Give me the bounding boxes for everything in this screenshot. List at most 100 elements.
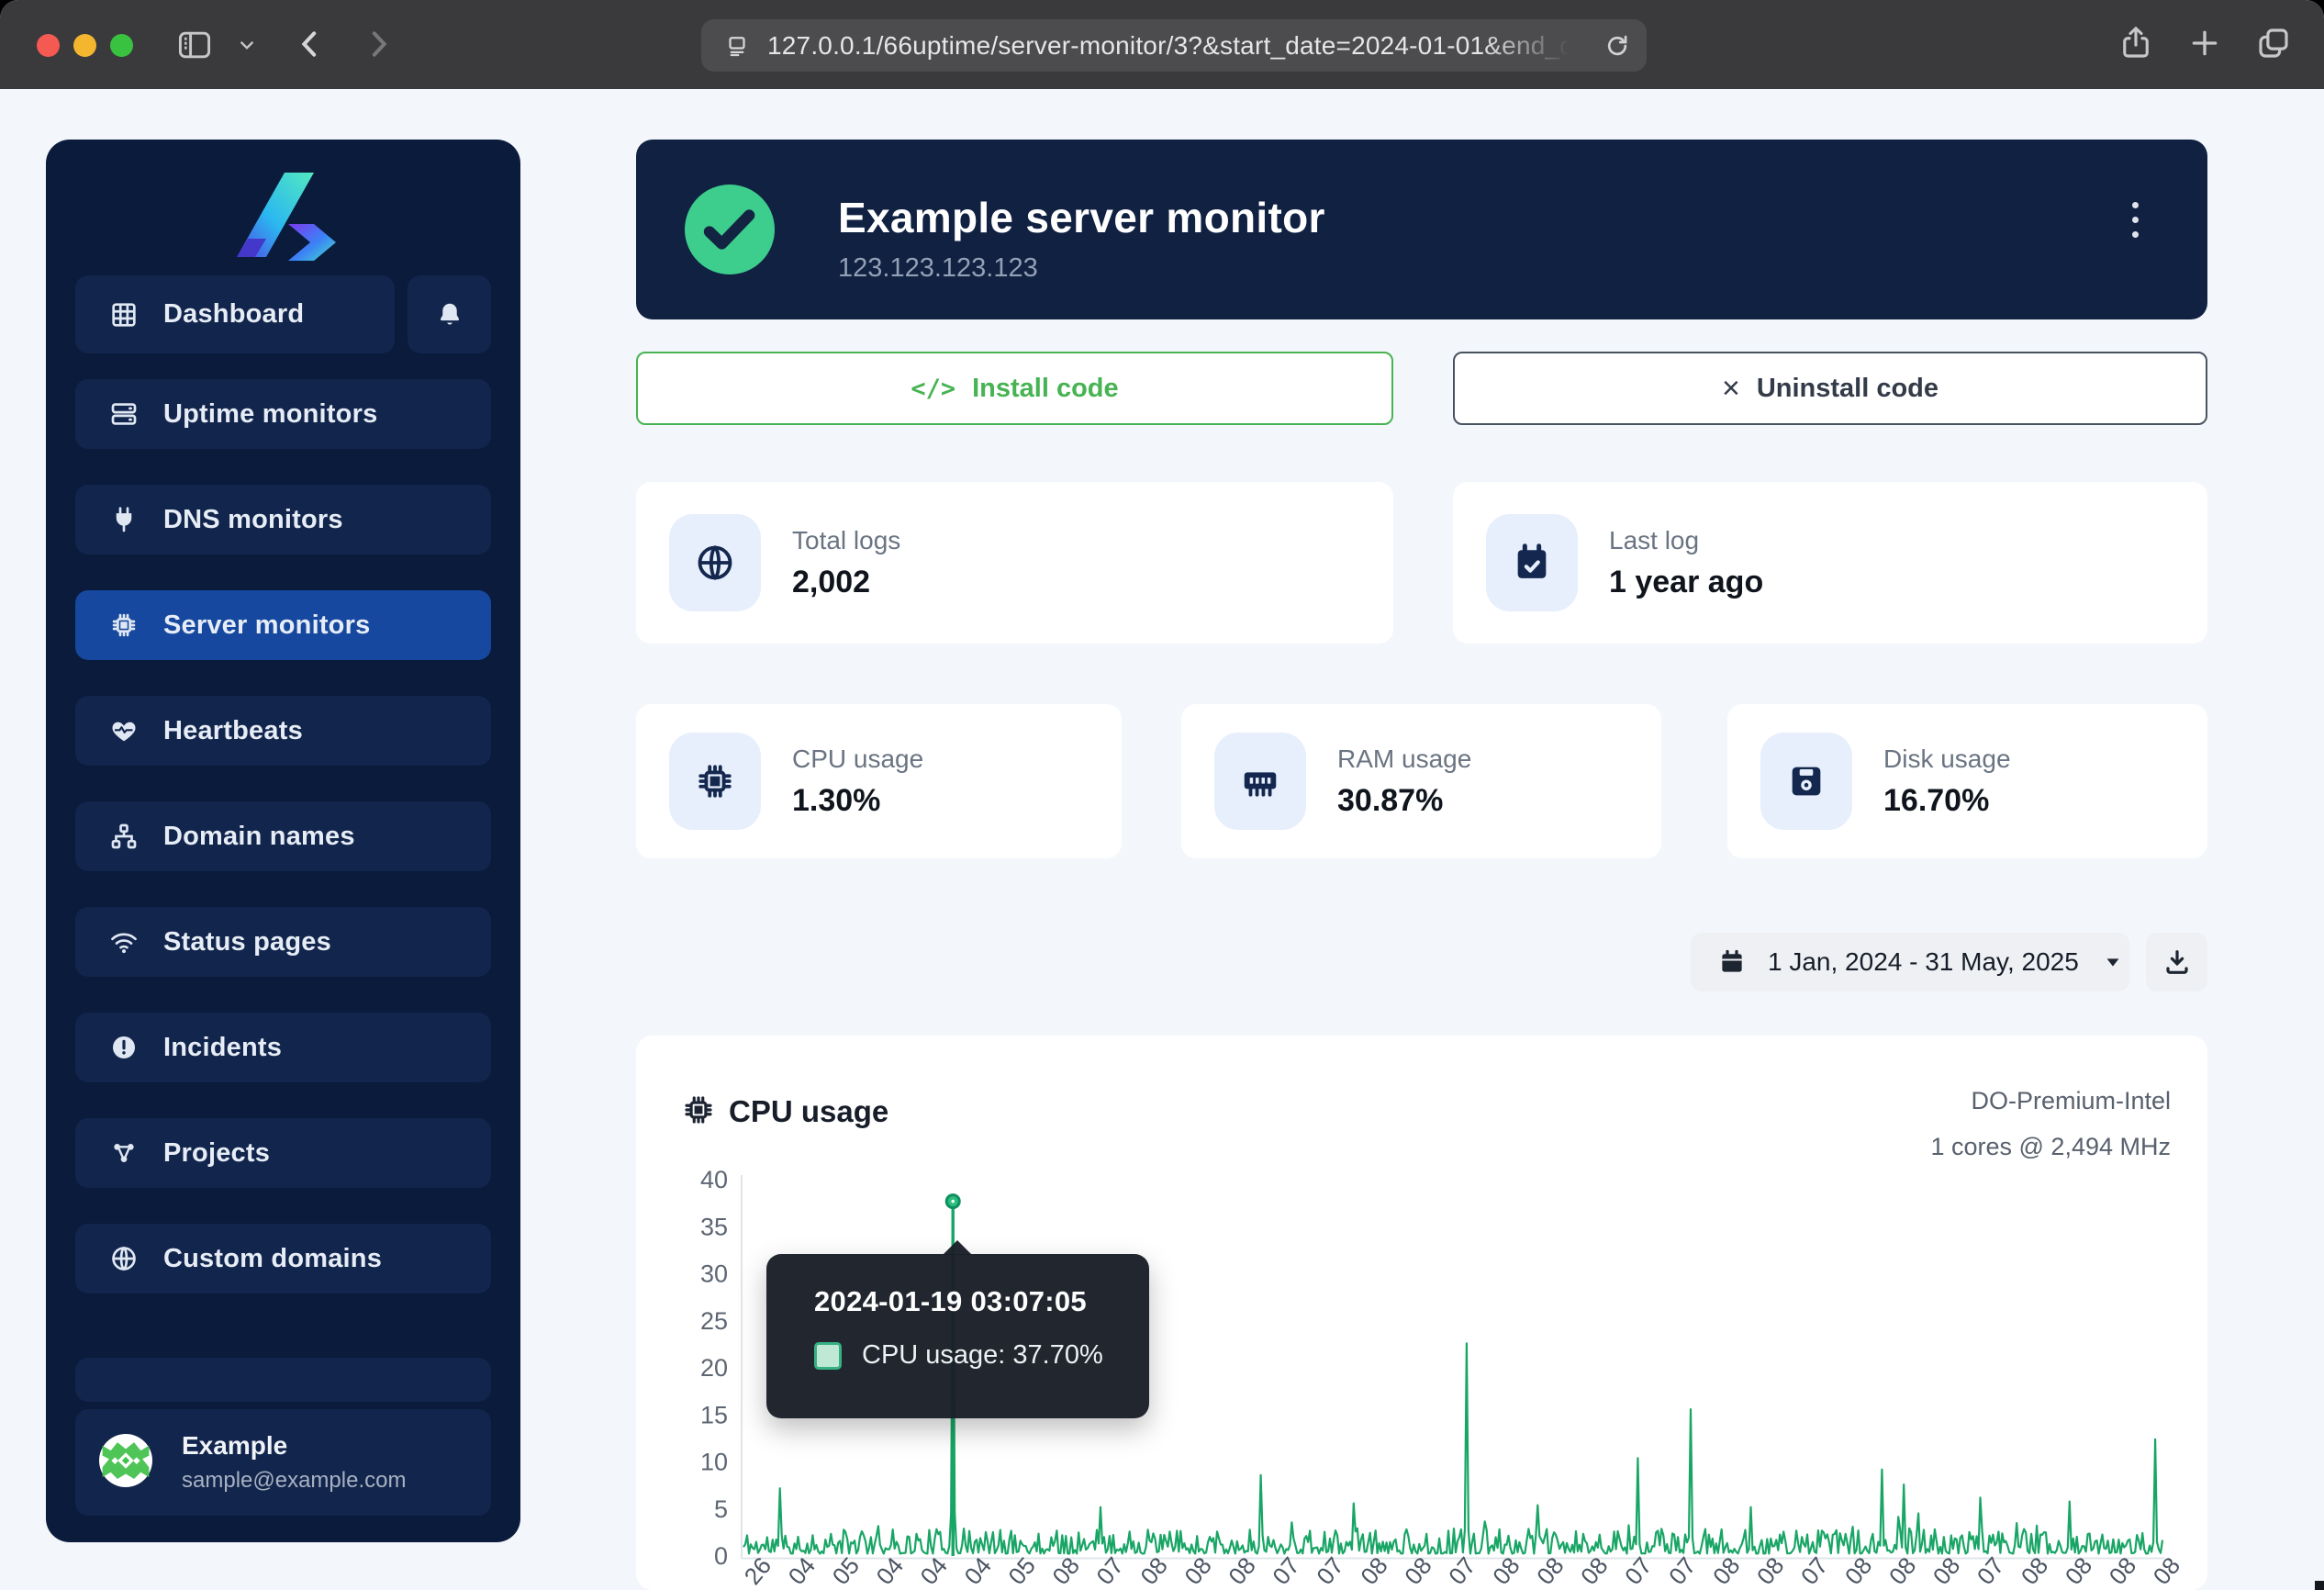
- nodes-icon: [108, 1137, 140, 1169]
- cpu-icon: [108, 610, 140, 641]
- stat-card-disk-usage: Disk usage 16.70%: [1727, 704, 2207, 858]
- stat-value: 1 year ago: [1609, 565, 1763, 600]
- sidebar-item-label: DNS monitors: [163, 505, 343, 535]
- share-icon[interactable]: [2117, 24, 2155, 62]
- reload-icon[interactable]: [1603, 31, 1632, 61]
- address-bar[interactable]: 127.0.0.1/66uptime/server-monitor/3?&sta…: [701, 19, 1647, 72]
- series-swatch-icon: [814, 1342, 842, 1370]
- svg-text:40: 40: [700, 1166, 728, 1193]
- stat-value: 30.87%: [1337, 783, 1471, 819]
- server-stack-icon: [108, 398, 140, 430]
- ram-icon: [1214, 733, 1306, 830]
- browser-window: 127.0.0.1/66uptime/server-monitor/3?&sta…: [0, 0, 2324, 1590]
- sidebar-item-label: Custom domains: [163, 1244, 382, 1274]
- uninstall-code-button[interactable]: × Uninstall code: [1453, 352, 2207, 425]
- caret-down-icon: [2103, 952, 2123, 972]
- browser-chrome: 127.0.0.1/66uptime/server-monitor/3?&sta…: [0, 0, 2324, 89]
- svg-text:25: 25: [700, 1307, 728, 1335]
- date-range-label: 1 Jan, 2024 - 31 May, 2025: [1768, 947, 2079, 977]
- stat-label: Disk usage: [1883, 745, 2011, 774]
- notifications-button[interactable]: [408, 275, 491, 353]
- tab-overview-icon[interactable]: [2254, 24, 2293, 62]
- sidebar-toggle-icon[interactable]: [174, 25, 215, 65]
- heartbeat-icon: [108, 715, 140, 746]
- chart-tooltip: 2024-01-19 03:07:05 CPU usage: 37.70%: [766, 1254, 1149, 1418]
- sidebar-item-custom-domains[interactable]: Custom domains: [75, 1224, 491, 1293]
- sitemap-icon: [108, 821, 140, 852]
- sidebar-item-label: Domain names: [163, 822, 355, 852]
- sidebar-item-label: Incidents: [163, 1033, 282, 1063]
- svg-text:5: 5: [714, 1495, 728, 1523]
- stat-card-total-logs: Total logs 2,002: [636, 482, 1393, 644]
- kebab-menu-icon[interactable]: [2123, 193, 2148, 247]
- sidebar-item-dns-monitors[interactable]: DNS monitors: [75, 485, 491, 554]
- install-code-button[interactable]: </> Install code: [636, 352, 1393, 425]
- download-button[interactable]: [2146, 933, 2207, 991]
- stat-label: Total logs: [792, 526, 900, 555]
- sidebar: Dashboard Uptime monitors DNS monitors Ser…: [46, 140, 520, 1542]
- disk-icon: [1760, 733, 1852, 830]
- sidebar-item-label: Heartbeats: [163, 716, 303, 746]
- avatar: [99, 1434, 152, 1492]
- globe-icon: [669, 514, 761, 611]
- download-icon: [2162, 947, 2192, 977]
- profile-name: Example: [182, 1431, 406, 1461]
- sidebar-item-label: Status pages: [163, 927, 331, 957]
- stat-label: CPU usage: [792, 745, 923, 774]
- tooltip-value: CPU usage: 37.70%: [862, 1340, 1103, 1371]
- minimize-window-button[interactable]: [73, 34, 96, 57]
- monitor-ip: 123.123.123.123: [838, 253, 1325, 284]
- status-check-icon: [685, 185, 775, 279]
- close-window-button[interactable]: [37, 34, 60, 57]
- svg-text:15: 15: [700, 1401, 728, 1428]
- sidebar-item-label: Dashboard: [163, 299, 304, 330]
- stat-card-last-log: Last log1 year ago: [1453, 482, 2207, 644]
- profile-email: sample@example.com: [182, 1468, 406, 1494]
- stat-label: RAM usage: [1337, 745, 1471, 774]
- sidebar-item-partial[interactable]: [75, 1358, 491, 1402]
- code-icon: </>: [911, 375, 955, 403]
- sidebar-item-dashboard[interactable]: Dashboard: [75, 275, 395, 353]
- sidebar-item-domain-names[interactable]: Domain names: [75, 801, 491, 871]
- svg-text:20: 20: [700, 1354, 728, 1382]
- corner-fragment: [2315, 1581, 2324, 1590]
- cpu-icon: [681, 1092, 716, 1132]
- forward-icon[interactable]: [360, 26, 397, 62]
- stat-value: 1.30%: [792, 783, 923, 819]
- globe-icon: [108, 1243, 140, 1274]
- sidebar-item-heartbeats[interactable]: Heartbeats: [75, 696, 491, 766]
- chart-title: CPU usage: [729, 1094, 888, 1129]
- back-icon[interactable]: [292, 26, 329, 62]
- app-logo: [218, 173, 347, 273]
- bell-icon: [434, 299, 465, 330]
- sidebar-item-label: Projects: [163, 1138, 270, 1169]
- new-tab-icon[interactable]: [2186, 25, 2223, 62]
- monitor-title: Example server monitor: [838, 193, 1325, 242]
- sidebar-item-label: Server monitors: [163, 610, 370, 641]
- svg-text:10: 10: [700, 1449, 728, 1476]
- sidebar-item-server-monitors[interactable]: Server monitors: [75, 590, 491, 660]
- zoom-window-button[interactable]: [110, 34, 133, 57]
- chevron-down-icon[interactable]: [237, 35, 257, 55]
- stat-card-ram-usage: RAM usage 30.87%: [1181, 704, 1661, 858]
- profile-card[interactable]: Example sample@example.com: [75, 1409, 491, 1516]
- sidebar-item-projects[interactable]: Projects: [75, 1118, 491, 1188]
- grid-icon: [108, 299, 140, 330]
- svg-text:0: 0: [714, 1542, 728, 1570]
- calendar-icon: [1718, 948, 1746, 976]
- sidebar-item-status-pages[interactable]: Status pages: [75, 907, 491, 977]
- stat-card-cpu-usage: CPU usage 1.30%: [636, 704, 1122, 858]
- tooltip-timestamp: 2024-01-19 03:07:05: [814, 1285, 1149, 1318]
- calendar-check-icon: [1486, 514, 1578, 611]
- monitor-header-card: Example server monitor 123.123.123.123: [636, 140, 2207, 319]
- sidebar-item-incidents[interactable]: Incidents: [75, 1013, 491, 1082]
- sidebar-item-label: Uptime monitors: [163, 399, 377, 430]
- alert-icon: [108, 1032, 140, 1063]
- date-range-picker[interactable]: 1 Jan, 2024 - 31 May, 2025: [1691, 933, 2129, 991]
- stat-value: 2,002: [792, 565, 900, 600]
- plug-icon: [108, 504, 140, 535]
- svg-text:30: 30: [700, 1260, 728, 1288]
- server-type: DO-Premium-Intel: [1930, 1078, 2171, 1124]
- stat-value: 16.70%: [1883, 783, 2011, 819]
- sidebar-item-uptime-monitors[interactable]: Uptime monitors: [75, 379, 491, 449]
